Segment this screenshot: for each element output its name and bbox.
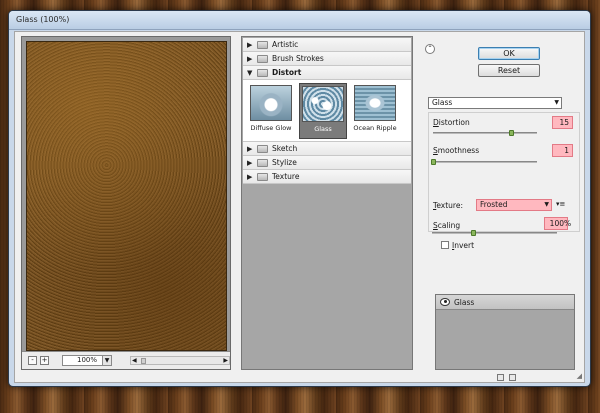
folder-artistic[interactable]: ▶ Artistic xyxy=(243,38,411,52)
thumbnail-image xyxy=(302,86,344,122)
preview-image[interactable] xyxy=(26,41,227,351)
filter-thumb-glass[interactable]: Glass xyxy=(299,83,347,139)
zoom-level-field[interactable]: 100% xyxy=(62,355,104,366)
preview-horizontal-scrollbar[interactable]: ◀ ▶ xyxy=(130,356,230,365)
filter-thumb-diffuse-glow[interactable]: Diffuse Glow xyxy=(247,83,295,139)
collapse-gallery-icon[interactable]: ⌃ xyxy=(425,44,435,54)
filter-thumb-ocean-ripple[interactable]: Ocean Ripple xyxy=(351,83,399,139)
smoothness-label: Smoothness xyxy=(433,146,480,155)
effect-layers-pane: Glass xyxy=(435,294,575,370)
texture-menu-icon[interactable]: ▾≡ xyxy=(556,200,565,208)
smoothness-slider-thumb[interactable] xyxy=(431,159,436,165)
chevron-down-icon: ▼ xyxy=(544,201,549,208)
expand-arrow-icon: ▶ xyxy=(247,172,253,181)
reset-button[interactable]: Reset xyxy=(478,64,540,77)
window-title: Glass (100%) xyxy=(16,15,70,24)
invert-checkbox[interactable] xyxy=(441,241,449,249)
folder-stylize[interactable]: ▶ Stylize xyxy=(243,156,411,170)
title-bar[interactable]: Glass (100%) xyxy=(9,11,590,30)
effect-layer-row[interactable]: Glass xyxy=(436,295,574,310)
scaling-slider-thumb[interactable] xyxy=(471,230,477,236)
ok-button[interactable]: OK xyxy=(478,47,540,60)
invert-label: Invert xyxy=(452,241,475,250)
scaling-unit: % xyxy=(564,219,572,228)
preview-toolbar: - + 100% ▼ ◀ ▶ xyxy=(22,351,230,369)
zoom-out-button[interactable]: - xyxy=(28,356,37,365)
folder-icon xyxy=(257,144,268,153)
scrollbar-thumb[interactable] xyxy=(141,358,146,364)
zoom-dropdown-button[interactable]: ▼ xyxy=(102,355,112,366)
folder-icon xyxy=(257,40,268,49)
folder-label: Texture xyxy=(272,172,300,181)
expand-arrow-icon: ▶ xyxy=(247,40,253,49)
filter-select-value: Glass xyxy=(432,98,453,107)
folder-open-icon xyxy=(257,68,268,77)
folder-sketch[interactable]: ▶ Sketch xyxy=(243,142,411,156)
dialog-client: - + 100% ▼ ◀ ▶ ▶ Artistic ▶ Brush Stroke… xyxy=(14,31,585,383)
texture-select[interactable]: Frosted ▼ xyxy=(476,199,552,211)
thumbnail-label: Glass xyxy=(314,125,332,133)
filter-category-list: ▶ Artistic ▶ Brush Strokes ▼ Distort Dif… xyxy=(243,38,411,184)
expand-arrow-icon: ▶ xyxy=(247,158,253,167)
thumbnail-image xyxy=(354,85,396,121)
collapse-arrow-icon: ▼ xyxy=(247,68,253,77)
thumbnail-image xyxy=(250,85,292,121)
new-effect-layer-icon[interactable] xyxy=(497,374,504,381)
folder-icon xyxy=(257,54,268,63)
scaling-label: Scaling xyxy=(433,221,461,230)
folder-label: Artistic xyxy=(272,40,299,49)
zoom-in-button[interactable]: + xyxy=(40,356,49,365)
folder-brush-strokes[interactable]: ▶ Brush Strokes xyxy=(243,52,411,66)
folder-texture[interactable]: ▶ Texture xyxy=(243,170,411,184)
folder-label: Brush Strokes xyxy=(272,54,324,63)
scroll-right-icon[interactable]: ▶ xyxy=(223,357,228,365)
filter-gallery-window: Glass (100%) - + 100% ▼ ◀ ▶ ▶ Artistic ▶… xyxy=(8,10,591,387)
texture-select-value: Frosted xyxy=(480,200,508,209)
scroll-left-icon[interactable]: ◀ xyxy=(132,357,137,365)
folder-label: Stylize xyxy=(272,158,297,167)
filter-gallery-pane: ▶ Artistic ▶ Brush Strokes ▼ Distort Dif… xyxy=(241,36,413,370)
folder-distort[interactable]: ▼ Distort xyxy=(243,66,411,80)
folder-icon xyxy=(257,158,268,167)
eye-icon[interactable] xyxy=(440,298,450,306)
folder-label: Sketch xyxy=(272,144,298,153)
preview-pane: - + 100% ▼ ◀ ▶ xyxy=(21,36,231,370)
folder-label: Distort xyxy=(272,68,302,77)
chevron-down-icon: ▼ xyxy=(554,99,559,106)
distortion-label: Distortion xyxy=(433,118,470,127)
smoothness-slider[interactable] xyxy=(433,161,537,163)
distortion-field[interactable]: 15 xyxy=(552,116,573,129)
distortion-slider-thumb[interactable] xyxy=(509,130,514,136)
folder-icon xyxy=(257,172,268,181)
filter-select[interactable]: Glass ▼ xyxy=(428,97,562,109)
thumbnail-label: Ocean Ripple xyxy=(353,124,397,132)
expand-arrow-icon: ▶ xyxy=(247,144,253,153)
delete-effect-layer-icon[interactable] xyxy=(509,374,516,381)
effect-layer-name: Glass xyxy=(454,298,475,307)
distort-thumbnails: Diffuse Glow Glass Ocean Ripple xyxy=(243,80,411,142)
filter-parameters: Distortion 15 Smoothness 1 Texture: Fros… xyxy=(428,112,580,232)
distortion-slider[interactable] xyxy=(433,132,537,134)
resize-grip-icon[interactable]: ◢ xyxy=(577,372,582,380)
expand-arrow-icon: ▶ xyxy=(247,54,253,63)
texture-label: Texture: xyxy=(433,201,463,210)
scaling-slider[interactable] xyxy=(432,232,557,234)
smoothness-field[interactable]: 1 xyxy=(552,144,573,157)
thumbnail-label: Diffuse Glow xyxy=(250,124,292,132)
